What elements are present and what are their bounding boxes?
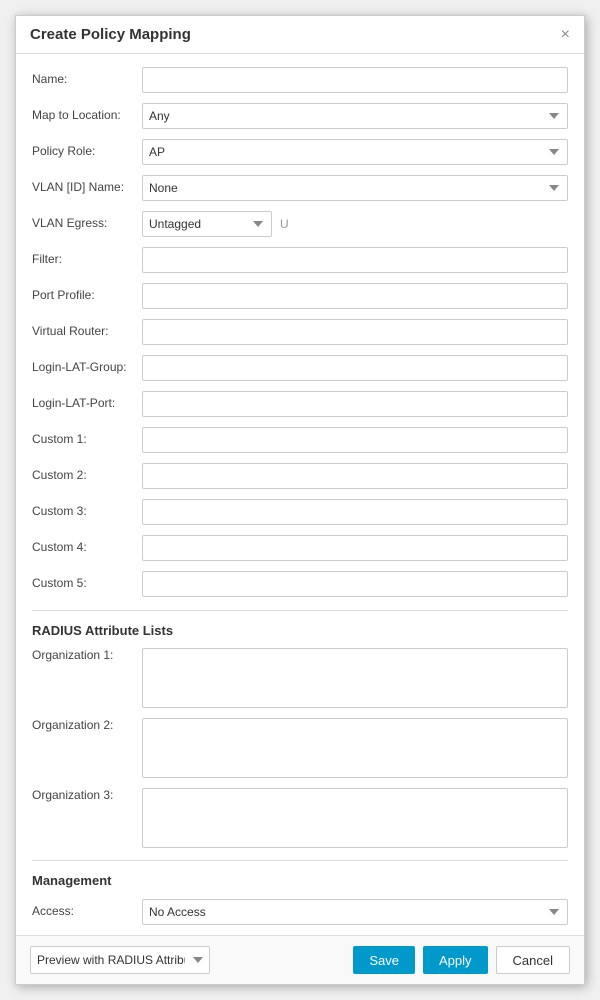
close-button[interactable]: × [561, 27, 570, 43]
port-profile-label: Port Profile: [32, 288, 142, 304]
management-section-title: Management [32, 873, 568, 888]
custom2-label: Custom 2: [32, 468, 142, 484]
vlan-egress-controls: Untagged U [142, 211, 289, 237]
login-lat-port-row: Login-LAT-Port: [32, 390, 568, 418]
preview-select[interactable]: Preview with RADIUS Attributes [30, 946, 210, 974]
save-button[interactable]: Save [353, 946, 415, 974]
vlan-egress-label: VLAN Egress: [32, 216, 142, 232]
radius-section-title: RADIUS Attribute Lists [32, 623, 568, 638]
dialog-body: Name: Map to Location: Any Policy Role: … [16, 54, 584, 935]
login-lat-group-label: Login-LAT-Group: [32, 360, 142, 376]
login-lat-port-label: Login-LAT-Port: [32, 396, 142, 412]
login-lat-group-row: Login-LAT-Group: [32, 354, 568, 382]
dialog-header: Create Policy Mapping × [16, 16, 584, 54]
policy-role-label: Policy Role: [32, 144, 142, 160]
section-divider-1 [32, 610, 568, 611]
custom2-input[interactable] [142, 463, 568, 489]
filter-row: Filter: [32, 246, 568, 274]
custom1-row: Custom 1: [32, 426, 568, 454]
org2-label: Organization 2: [32, 718, 142, 734]
apply-button[interactable]: Apply [423, 946, 488, 974]
custom4-row: Custom 4: [32, 534, 568, 562]
virtual-router-label: Virtual Router: [32, 324, 142, 340]
name-row: Name: [32, 66, 568, 94]
org3-label: Organization 3: [32, 788, 142, 804]
virtual-router-input[interactable] [142, 319, 568, 345]
custom5-input[interactable] [142, 571, 568, 597]
filter-input[interactable] [142, 247, 568, 273]
org1-label: Organization 1: [32, 648, 142, 664]
custom4-label: Custom 4: [32, 540, 142, 556]
map-to-location-row: Map to Location: Any [32, 102, 568, 130]
custom3-input[interactable] [142, 499, 568, 525]
custom5-row: Custom 5: [32, 570, 568, 598]
policy-role-select[interactable]: AP [142, 139, 568, 165]
login-lat-port-input[interactable] [142, 391, 568, 417]
map-to-location-select[interactable]: Any [142, 103, 568, 129]
org2-row: Organization 2: [32, 718, 568, 778]
org3-textarea[interactable] [142, 788, 568, 848]
virtual-router-row: Virtual Router: [32, 318, 568, 346]
custom4-input[interactable] [142, 535, 568, 561]
port-profile-input[interactable] [142, 283, 568, 309]
footer-preview: Preview with RADIUS Attributes [30, 946, 345, 974]
login-lat-group-input[interactable] [142, 355, 568, 381]
vlan-id-name-select[interactable]: None [142, 175, 568, 201]
access-label: Access: [32, 904, 142, 920]
name-label: Name: [32, 72, 142, 88]
vlan-egress-row: VLAN Egress: Untagged U [32, 210, 568, 238]
custom1-label: Custom 1: [32, 432, 142, 448]
dialog-title: Create Policy Mapping [30, 26, 191, 43]
create-policy-mapping-dialog: Create Policy Mapping × Name: Map to Loc… [15, 15, 585, 985]
custom5-label: Custom 5: [32, 576, 142, 592]
vlan-id-name-row: VLAN [ID] Name: None [32, 174, 568, 202]
access-select[interactable]: No Access [142, 899, 568, 925]
custom2-row: Custom 2: [32, 462, 568, 490]
port-profile-row: Port Profile: [32, 282, 568, 310]
policy-role-row: Policy Role: AP [32, 138, 568, 166]
access-row: Access: No Access [32, 898, 568, 926]
vlan-egress-select[interactable]: Untagged [142, 211, 272, 237]
custom1-input[interactable] [142, 427, 568, 453]
org1-row: Organization 1: [32, 648, 568, 708]
org3-row: Organization 3: [32, 788, 568, 848]
custom3-row: Custom 3: [32, 498, 568, 526]
dialog-footer: Preview with RADIUS Attributes Save Appl… [16, 935, 584, 984]
cancel-button[interactable]: Cancel [496, 946, 570, 974]
org2-textarea[interactable] [142, 718, 568, 778]
name-input[interactable] [142, 67, 568, 93]
section-divider-2 [32, 860, 568, 861]
filter-label: Filter: [32, 252, 142, 268]
vlan-id-name-label: VLAN [ID] Name: [32, 180, 142, 196]
vlan-u-label: U [280, 217, 289, 231]
custom3-label: Custom 3: [32, 504, 142, 520]
map-to-location-label: Map to Location: [32, 108, 142, 124]
org1-textarea[interactable] [142, 648, 568, 708]
